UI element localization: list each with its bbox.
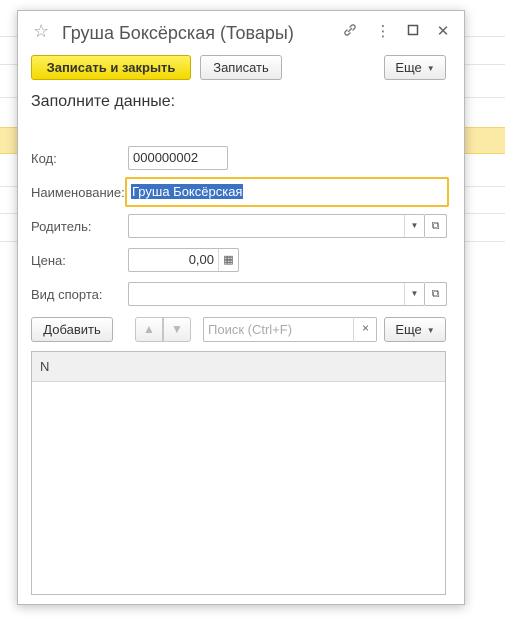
table-more-menu-label: Еще (395, 322, 422, 337)
table-more-menu-button[interactable]: Еще ▼ (384, 317, 446, 342)
move-down-icon[interactable]: ▼ (163, 317, 191, 342)
maximize-icon[interactable] (403, 22, 423, 42)
sport-dropdown-icon[interactable]: ▼ (404, 283, 424, 305)
sport-label: Вид спорта: (31, 287, 103, 302)
window-title: Груша Боксёрская (Товары) (62, 23, 294, 43)
item-dialog: ☆ Груша Боксёрская (Товары) ⋮ ✕ Записать… (17, 10, 465, 605)
search-input[interactable]: Поиск (Ctrl+F) (203, 317, 377, 342)
column-header-n[interactable]: N (40, 359, 49, 374)
parent-field[interactable]: ▼ (128, 214, 425, 238)
name-field-selected-text: Груша Боксёрская (131, 184, 244, 199)
code-label: Код: (31, 151, 57, 166)
code-field[interactable]: 000000002 (128, 146, 228, 170)
save-and-close-button[interactable]: Записать и закрыть (31, 55, 191, 80)
more-menu-label: Еще (395, 60, 422, 75)
move-up-icon[interactable]: ▲ (135, 317, 163, 342)
chevron-down-icon: ▼ (426, 326, 435, 336)
price-label: Цена: (31, 253, 66, 268)
parent-label: Родитель: (31, 219, 92, 234)
more-menu-button[interactable]: Еще ▼ (384, 55, 446, 80)
favorite-star-icon[interactable]: ☆ (33, 21, 49, 41)
parent-dropdown-icon[interactable]: ▼ (404, 215, 424, 237)
close-icon[interactable]: ✕ (433, 22, 453, 42)
price-value: 0,00 (188, 252, 214, 267)
title-bar: ☆ Груша Боксёрская (Товары) ⋮ ✕ (18, 11, 464, 53)
items-table[interactable]: N (31, 351, 446, 595)
add-row-button[interactable]: Добавить (31, 317, 113, 342)
name-field[interactable]: Груша Боксёрская (125, 177, 449, 207)
sport-field[interactable]: ▼ (128, 282, 425, 306)
more-actions-icon[interactable]: ⋮ (373, 22, 393, 42)
table-header: N (32, 352, 445, 382)
clear-search-icon[interactable]: × (353, 317, 377, 342)
parent-open-icon[interactable]: ⧉ (425, 214, 447, 238)
save-button[interactable]: Записать (200, 55, 282, 80)
sport-open-icon[interactable]: ⧉ (425, 282, 447, 306)
link-icon[interactable] (340, 22, 360, 42)
chevron-down-icon: ▼ (426, 64, 435, 74)
calculator-icon[interactable]: ▦ (218, 249, 238, 271)
name-label: Наименование: (31, 185, 125, 200)
section-title: Заполните данные: (31, 93, 176, 110)
price-field[interactable]: 0,00 ▦ (128, 248, 239, 272)
